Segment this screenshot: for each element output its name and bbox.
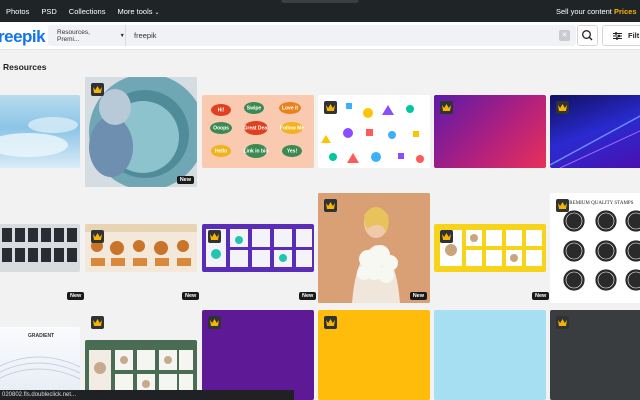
premium-crown-icon <box>208 230 221 243</box>
premium-crown-icon <box>91 316 104 329</box>
resource-card[interactable]: Hi! Swipe Love it Ooops Great Deal Follo… <box>202 95 314 168</box>
resource-card[interactable]: New <box>85 77 197 187</box>
clear-search-button[interactable]: ✕ <box>559 30 570 41</box>
new-badge: New <box>67 292 85 300</box>
clouds-image <box>0 117 78 157</box>
premium-crown-icon <box>440 230 453 243</box>
filters-label: Filt <box>628 31 640 40</box>
premium-crown-icon <box>91 230 104 243</box>
resource-card[interactable] <box>318 310 430 400</box>
resource-card[interactable] <box>434 224 546 272</box>
premium-crown-icon <box>324 101 337 114</box>
premium-crown-icon <box>324 316 337 329</box>
sticker-label: Follow Me <box>280 126 304 132</box>
premium-crown-icon <box>91 83 104 96</box>
new-badge: New <box>182 292 200 300</box>
resource-card[interactable] <box>0 95 80 168</box>
sell-content-link[interactable]: Sell your content <box>556 0 612 22</box>
sticker-label: Swipe <box>247 106 262 112</box>
resource-card[interactable] <box>434 95 546 168</box>
top-nav: Photos PSD Collections More tools ⌄ Sell … <box>0 0 640 22</box>
posters-collage-image <box>2 228 77 262</box>
new-badge: New <box>409 292 427 300</box>
premium-crown-icon <box>324 199 337 212</box>
sticker-label: Great Deal <box>243 126 269 132</box>
resource-card[interactable] <box>550 95 640 168</box>
resource-card[interactable] <box>434 310 546 400</box>
caret-down-icon: ▼ <box>119 32 125 39</box>
nav-psd[interactable]: PSD <box>41 7 56 16</box>
resource-card[interactable] <box>0 224 80 272</box>
search-bar: Resources, Premi... ▼ ✕ <box>48 25 576 46</box>
nav-more-tools[interactable]: More tools ⌄ <box>117 7 159 16</box>
nav-collections[interactable]: Collections <box>69 7 106 16</box>
sticker-label: Yes! <box>287 149 298 155</box>
chevron-down-icon: ⌄ <box>154 9 160 16</box>
resource-type-select[interactable]: Resources, Premi... ▼ <box>48 25 126 46</box>
resource-card[interactable]: PREMIUM QUALITY STAMPS <box>550 193 640 303</box>
nav-more-tools-label: More tools <box>117 6 153 16</box>
search-button[interactable] <box>577 25 598 46</box>
resource-card[interactable] <box>550 310 640 400</box>
stamps-title: PREMIUM QUALITY STAMPS <box>567 201 634 206</box>
premium-crown-icon <box>440 101 453 114</box>
logo[interactable]: reepik <box>0 27 46 47</box>
sticker-label: Link in bio <box>244 149 269 155</box>
gradient-title: GRADIENT <box>28 333 54 339</box>
premium-crown-icon <box>556 316 569 329</box>
nav-photos[interactable]: Photos <box>6 7 29 16</box>
window-notch <box>281 0 359 3</box>
section-title: Resources <box>3 62 47 72</box>
sticker-label: Ooops <box>213 126 229 132</box>
filters-button[interactable]: Filt <box>602 25 640 46</box>
search-input[interactable] <box>134 29 534 42</box>
premium-crown-icon <box>556 101 569 114</box>
browser-status-bar: 020802.fls.doubleclick.net... <box>0 390 294 400</box>
new-badge: New <box>299 292 317 300</box>
resource-card[interactable]: New <box>318 193 430 303</box>
search-icon <box>582 30 593 41</box>
header: reepik Resources, Premi... ▼ ✕ Filt <box>0 22 640 50</box>
premium-crown-icon <box>556 199 569 212</box>
new-badge: New <box>176 176 194 184</box>
resource-type-label: Resources, Premi... <box>57 28 90 43</box>
sliders-icon <box>613 31 622 40</box>
new-badge: New <box>532 292 550 300</box>
resource-card[interactable] <box>85 224 197 272</box>
prices-link[interactable]: Prices <box>614 0 637 22</box>
resource-card[interactable] <box>318 95 430 168</box>
stickers-image: Hi! Swipe Love it Ooops Great Deal Follo… <box>210 102 304 158</box>
resource-card[interactable] <box>202 310 314 400</box>
premium-crown-icon <box>208 316 221 329</box>
resource-card[interactable] <box>202 224 314 272</box>
sticker-label: Hello <box>215 149 227 155</box>
sticker-label: Hi! <box>218 108 225 114</box>
sticker-label: Love it <box>282 106 298 112</box>
